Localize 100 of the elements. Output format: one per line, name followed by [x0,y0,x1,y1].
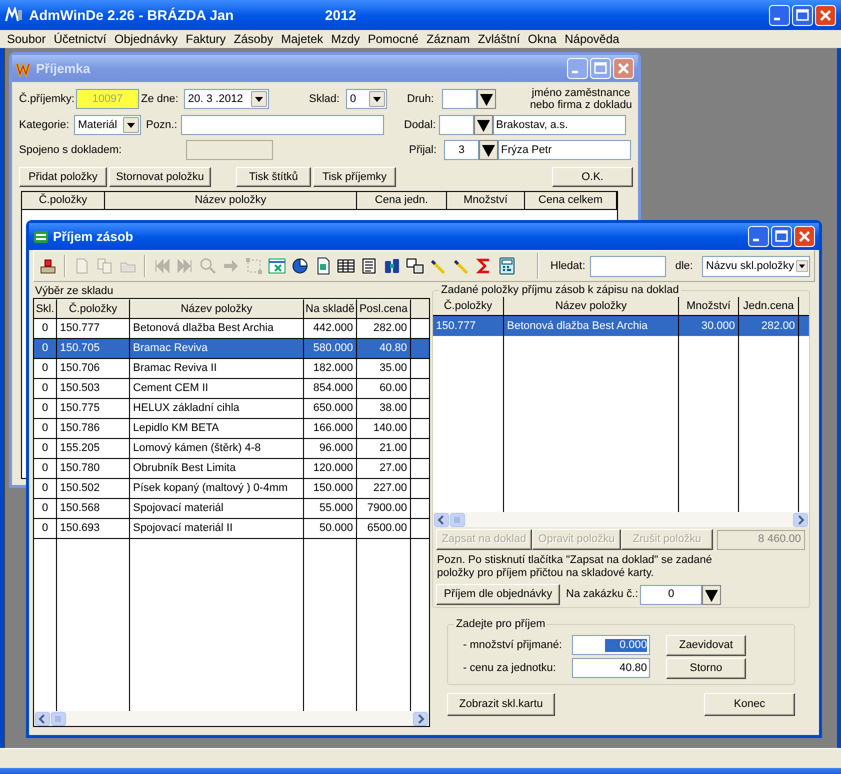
input-field[interactable]: 0.000 [572,635,650,655]
column-header[interactable]: Č.položky [22,192,105,209]
menu-item[interactable]: Zásoby [230,32,278,46]
close-button[interactable] [794,226,815,247]
column-header[interactable]: Na skladě [304,299,357,318]
column-header[interactable]: Název položky [105,192,357,209]
scroll-right-icon[interactable] [413,712,428,726]
field-label: - cenu za jednotku: [463,662,557,674]
action-button[interactable]: Tisk štítků [236,167,311,187]
column-header[interactable]: Cena jedn. [357,192,447,209]
maximize-button[interactable] [792,4,813,26]
order-receipt-button[interactable]: Příjem dle objednávky [436,584,560,605]
menu-item[interactable]: Nápověda [560,32,624,46]
menu-item[interactable]: Faktury [182,32,230,46]
close-button[interactable] [815,4,836,26]
scroll-left-icon[interactable] [434,512,449,526]
job-field[interactable]: 0 [640,584,702,604]
column-header[interactable]: Název položky [504,297,679,315]
table-row[interactable]: 0 150.503 Cement CEM II 854.000 60.00 [34,379,429,399]
table-row[interactable]: 0 150.706 Bramac Reviva II 182.000 35.00 [34,359,429,379]
table-row[interactable]: 0 155.205 Lomový kámen (štěrk) 4-8 96.000 21.00 [34,439,429,459]
table-row[interactable]: 0 150.502 Písek kopaný (maltový ) 0-4mm 150.000 227.00 [34,479,429,499]
tray-icon[interactable] [39,257,57,275]
table-row[interactable]: 0 150.568 Spojovací materiál 55.000 7900.00 [34,499,429,519]
list-icon[interactable] [360,257,378,275]
menu-item[interactable]: Majetek [277,32,328,46]
horizontal-scrollbar[interactable] [433,512,809,527]
action-button[interactable]: Zaevidovat [666,634,746,656]
category-dropdown[interactable]: Materiál [74,115,141,135]
table-row[interactable]: 0 150.780 Obrubník Best Limita 120.000 27.00 [34,459,429,479]
menu-item[interactable]: Pomocné [364,32,423,46]
table-cell: 38.00 [357,399,411,418]
column-header[interactable]: Skl. [34,299,57,318]
type-field[interactable] [442,89,477,109]
action-button[interactable]: Přidat položky [19,167,107,187]
supplier-code-field[interactable] [439,115,474,135]
scroll-left-icon[interactable] [35,712,50,726]
column-header[interactable]: Množství [679,297,739,315]
pie-chart-icon[interactable] [291,257,309,275]
column-header[interactable]: Č.položky [433,297,504,315]
calculator-icon[interactable] [498,257,516,275]
column-header[interactable]: Cena celkem [525,192,617,209]
column-header[interactable]: Název položky [130,299,304,318]
table-icon[interactable] [337,257,355,275]
table-row[interactable]: 0 150.693 Spojovací materiál II 50.000 6500.00 [34,519,429,539]
maximize-button[interactable] [771,226,792,247]
show-card-button[interactable]: Zobrazit skl.kartu [447,693,555,716]
dropdown-button[interactable] [479,140,498,160]
table-row[interactable]: 0 150.705 Bramac Reviva 580.000 40.80 [34,339,429,359]
column-header[interactable]: Množství [447,192,525,209]
table-row[interactable]: 150.777 Betonová dlažba Best Archia 30.000 282.00 [433,316,809,336]
table-row[interactable]: 0 150.775 HELUX základní cihla 650.000 38.00 [34,399,429,419]
scroll-thumb[interactable] [450,512,465,526]
table-cell: 150.777 [433,316,504,336]
wand-icon[interactable] [452,257,470,275]
horizontal-scrollbar[interactable] [34,711,429,726]
linked-document-field[interactable] [186,140,273,160]
binoculars-icon[interactable] [383,257,401,275]
menu-item[interactable]: Záznam [422,32,474,46]
table-cell: 60.00 [357,379,411,398]
menu-item[interactable]: Okna [524,32,561,46]
table-row[interactable]: 0 150.786 Lepidlo KM BETA 166.000 140.00 [34,419,429,439]
windows-icon[interactable] [406,257,424,275]
scroll-thumb[interactable] [51,712,66,726]
column-header[interactable]: Posl.cena [357,299,411,318]
dropdown-button[interactable] [477,89,496,109]
scroll-right-icon[interactable] [793,512,808,526]
minimize-button[interactable] [748,226,769,247]
search-field[interactable] [590,256,666,276]
close-window-button[interactable]: Konec [704,693,795,716]
dropdown-button[interactable] [474,115,493,135]
table-cell: Obrubník Best Limita [130,459,304,478]
menu-item[interactable]: Účetnictví [50,32,110,46]
minimize-button[interactable] [769,4,790,26]
input-field[interactable]: 40.80 [572,658,650,678]
app-icon [16,60,32,76]
menu-item[interactable]: Zvláštní [474,32,524,46]
date-picker[interactable]: 20. 3 .2012 [184,89,269,109]
supplier-field[interactable]: Brakostav, a.s. [493,115,626,135]
table-cell: 50.000 [304,519,357,538]
table-cell: 0 [34,339,57,358]
menu-item[interactable]: Mzdy [327,32,364,46]
action-button[interactable]: O.K. [552,167,633,187]
wand-icon[interactable] [429,257,447,275]
close-button[interactable] [613,58,634,79]
spreadsheet-icon[interactable] [268,257,286,275]
received-by-field[interactable]: Frýza Petr [498,140,631,160]
warehouse-dropdown[interactable]: 0 [346,89,387,109]
menu-item[interactable]: Soubor [3,32,50,46]
menu-item[interactable]: Objednávky [110,32,182,46]
note-field[interactable] [181,115,384,135]
column-header[interactable]: Č.položky [57,299,130,318]
search-by-dropdown[interactable]: Názvu skl.položky [702,256,810,276]
action-button[interactable]: Storno [666,658,746,678]
action-button[interactable]: Tisk příjemky [313,167,396,187]
dropdown-button[interactable] [702,584,722,604]
table-cell: 30.000 [679,316,739,336]
action-button[interactable]: Stornovat položku [109,167,211,187]
received-by-code-field[interactable]: 3 [444,140,479,160]
column-header[interactable]: Jedn.cena [739,297,799,315]
